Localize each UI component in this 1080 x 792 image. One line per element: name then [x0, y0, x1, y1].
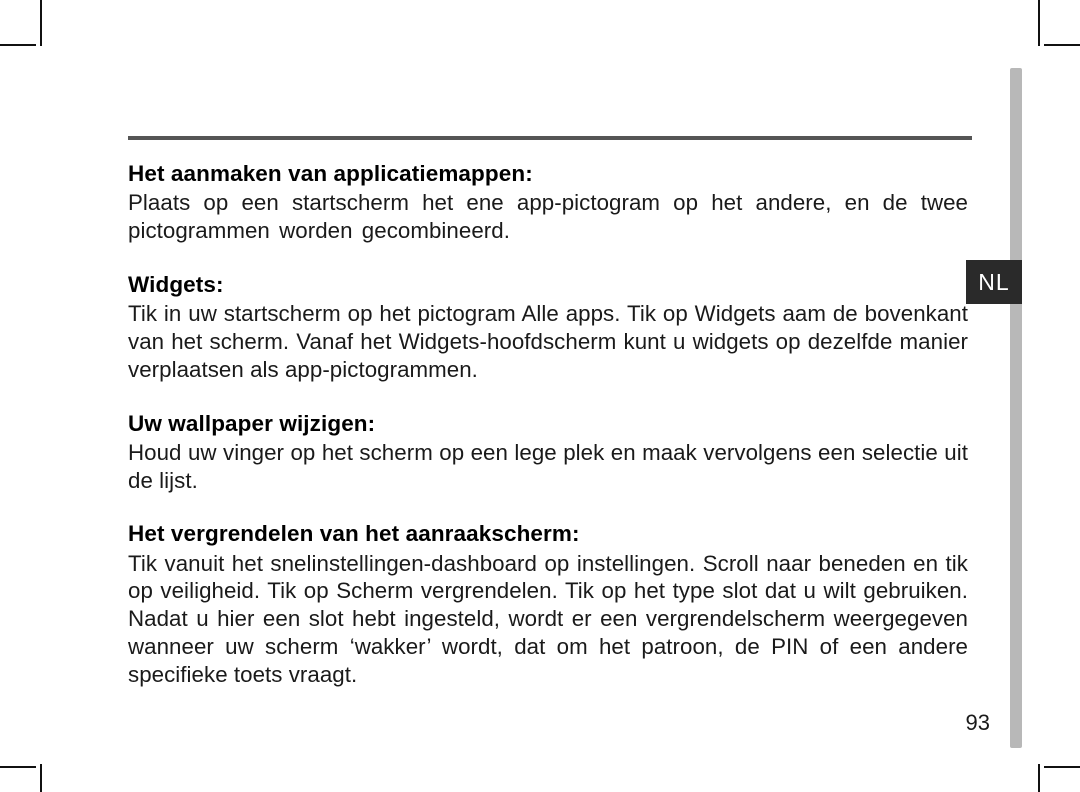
heading: Widgets:: [128, 271, 968, 299]
body-text: Tik in uw startscherm op het pictogram A…: [128, 300, 968, 384]
crop-mark: [40, 0, 42, 46]
heading: Het vergrendelen van het aanraakscherm:: [128, 520, 968, 548]
crop-mark: [1044, 766, 1080, 768]
header-rule: [128, 136, 972, 140]
crop-mark: [0, 44, 36, 46]
side-indicator: [1010, 68, 1022, 748]
crop-mark: [0, 766, 36, 768]
section-lockscreen: Het vergrendelen van het aanraakscherm: …: [128, 520, 968, 688]
manual-page: NL Het aanmaken van applicatiemappen: Pl…: [0, 0, 1080, 792]
body-text: Plaats op een startscherm het ene app-pi…: [128, 189, 968, 245]
section-widgets: Widgets: Tik in uw startscherm op het pi…: [128, 271, 968, 384]
page-content: Het aanmaken van applicatiemappen: Plaat…: [128, 160, 968, 715]
language-tab: NL: [966, 260, 1022, 304]
body-text: Tik vanuit het snelinstellingen-dashboar…: [128, 550, 968, 689]
crop-mark: [1038, 0, 1040, 46]
section-app-folders: Het aanmaken van applicatiemappen: Plaat…: [128, 160, 968, 245]
crop-mark: [1044, 44, 1080, 46]
section-wallpaper: Uw wallpaper wijzigen: Houd uw vinger op…: [128, 410, 968, 495]
heading: Het aanmaken van applicatiemappen:: [128, 160, 968, 188]
heading: Uw wallpaper wijzigen:: [128, 410, 968, 438]
crop-mark: [1038, 764, 1040, 792]
body-text: Houd uw vinger op het scherm op een lege…: [128, 439, 968, 495]
page-number: 93: [966, 710, 990, 736]
crop-mark: [40, 764, 42, 792]
